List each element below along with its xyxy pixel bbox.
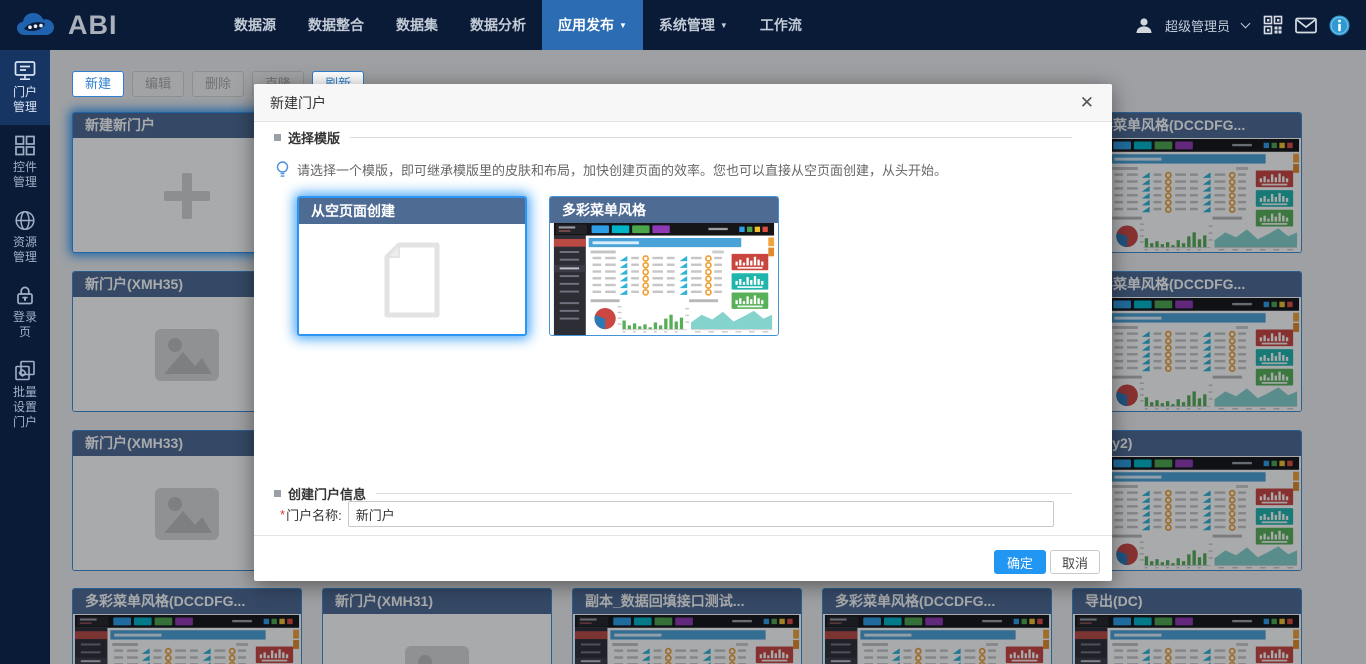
- grid-icon: [0, 134, 50, 157]
- cloud-logo-icon: [16, 10, 58, 40]
- nav-item-label: 数据整合: [308, 17, 364, 33]
- mail-icon[interactable]: [1295, 17, 1317, 34]
- left-sidebar: 门户 管理控件 管理资源 管理登录 页批量 设置 门户: [0, 50, 50, 664]
- navbar-right: 超级管理员: [1135, 15, 1366, 36]
- chevron-down-icon: ▼: [619, 21, 627, 30]
- template-preview: [550, 223, 778, 335]
- sidebar-item-label: 控件 管理: [0, 160, 50, 190]
- section-title: 选择模版: [288, 128, 340, 147]
- cancel-button[interactable]: 取消: [1050, 550, 1100, 574]
- lightbulb-icon: [276, 161, 289, 179]
- top-navbar: ABI 数据源 数据整合 数据集 数据分析 应用发布 ▼ 系统管理 ▼ 工作流 超级管理员: [0, 0, 1366, 50]
- lock-icon: [0, 284, 50, 307]
- dialog-title: 新建门户: [254, 84, 1112, 122]
- nav-item-label: 数据源: [234, 17, 276, 33]
- close-icon[interactable]: ✕: [1076, 84, 1098, 122]
- portal-name-form-row: * 门户名称:: [280, 501, 1054, 527]
- template-tip-text: 请选择一个模版，即可继承模版里的皮肤和布局，加快创建页面的效率。您也可以直接从空…: [297, 160, 947, 179]
- nav-item-6[interactable]: 工作流: [744, 0, 818, 50]
- chevron-down-icon: ▼: [720, 21, 728, 30]
- template-option-colorful-menu[interactable]: 多彩菜单风格: [549, 196, 779, 336]
- user-icon: [1135, 17, 1153, 34]
- nav-item-3[interactable]: 数据分析: [454, 0, 542, 50]
- portal-name-label: 门户名称:: [286, 505, 342, 524]
- sidebar-item-label: 登录 页: [0, 310, 50, 340]
- chevron-down-icon[interactable]: [1241, 19, 1251, 29]
- app-logo: ABI: [0, 10, 200, 41]
- user-name[interactable]: 超级管理员: [1165, 16, 1230, 35]
- nav-item-label: 数据分析: [470, 17, 526, 33]
- sidebar-item-4[interactable]: 批量 设置 门户: [0, 350, 50, 440]
- template-preview: [299, 224, 525, 336]
- nav-item-label: 系统管理: [659, 17, 715, 33]
- portal-name-input[interactable]: [348, 501, 1054, 527]
- sidebar-item-3[interactable]: 登录 页: [0, 275, 50, 350]
- sidebar-item-0[interactable]: 门户 管理: [0, 50, 50, 125]
- section-choose-template: 选择模版: [274, 128, 1072, 147]
- dialog-footer: 确定 取消: [254, 535, 1112, 581]
- logo-text: ABI: [68, 10, 118, 41]
- monitor-icon: [0, 59, 50, 82]
- section-rule: [376, 493, 1072, 494]
- nav-item-0[interactable]: 数据源: [218, 0, 292, 50]
- sidebar-item-1[interactable]: 控件 管理: [0, 125, 50, 200]
- section-rule: [350, 137, 1072, 138]
- nav-item-1[interactable]: 数据整合: [292, 0, 380, 50]
- required-mark: *: [280, 507, 285, 522]
- template-list: 从空页面创建 多彩菜单风格: [297, 196, 779, 336]
- nav-item-label: 应用发布: [558, 17, 614, 33]
- dashboard-thumbnail: [551, 223, 777, 335]
- info-icon[interactable]: [1329, 15, 1350, 36]
- blank-page-icon: [383, 242, 441, 318]
- sidebar-item-2[interactable]: 资源 管理: [0, 200, 50, 275]
- toolbar-button-0[interactable]: 新建: [72, 71, 124, 97]
- section-bullet-icon: [274, 490, 281, 497]
- qr-code-icon[interactable]: [1263, 15, 1283, 35]
- sidebar-item-label: 门户 管理: [0, 85, 50, 115]
- sidebar-item-label: 资源 管理: [0, 235, 50, 265]
- new-portal-dialog: 新建门户 ✕ 选择模版 请选择一个模版，即可继承模版里的皮肤和布局，加快创建页面…: [254, 84, 1112, 581]
- section-bullet-icon: [274, 134, 281, 141]
- ok-button[interactable]: 确定: [994, 550, 1046, 574]
- nav-item-2[interactable]: 数据集: [380, 0, 454, 50]
- nav-item-5[interactable]: 系统管理 ▼: [643, 0, 744, 50]
- nav-menu: 数据源 数据整合 数据集 数据分析 应用发布 ▼ 系统管理 ▼ 工作流: [218, 0, 818, 50]
- sidebar-item-label: 批量 设置 门户: [0, 385, 50, 430]
- nav-item-4[interactable]: 应用发布 ▼: [542, 0, 643, 50]
- template-tip: 请选择一个模版，即可继承模版里的皮肤和布局，加快创建页面的效率。您也可以直接从空…: [276, 160, 947, 179]
- template-option-blank[interactable]: 从空页面创建: [297, 196, 527, 336]
- globe-icon: [0, 209, 50, 232]
- template-name: 从空页面创建: [299, 198, 525, 224]
- template-name: 多彩菜单风格: [550, 197, 778, 223]
- nav-item-label: 数据集: [396, 17, 438, 33]
- nav-item-label: 工作流: [760, 17, 802, 33]
- batch-icon: [0, 359, 50, 382]
